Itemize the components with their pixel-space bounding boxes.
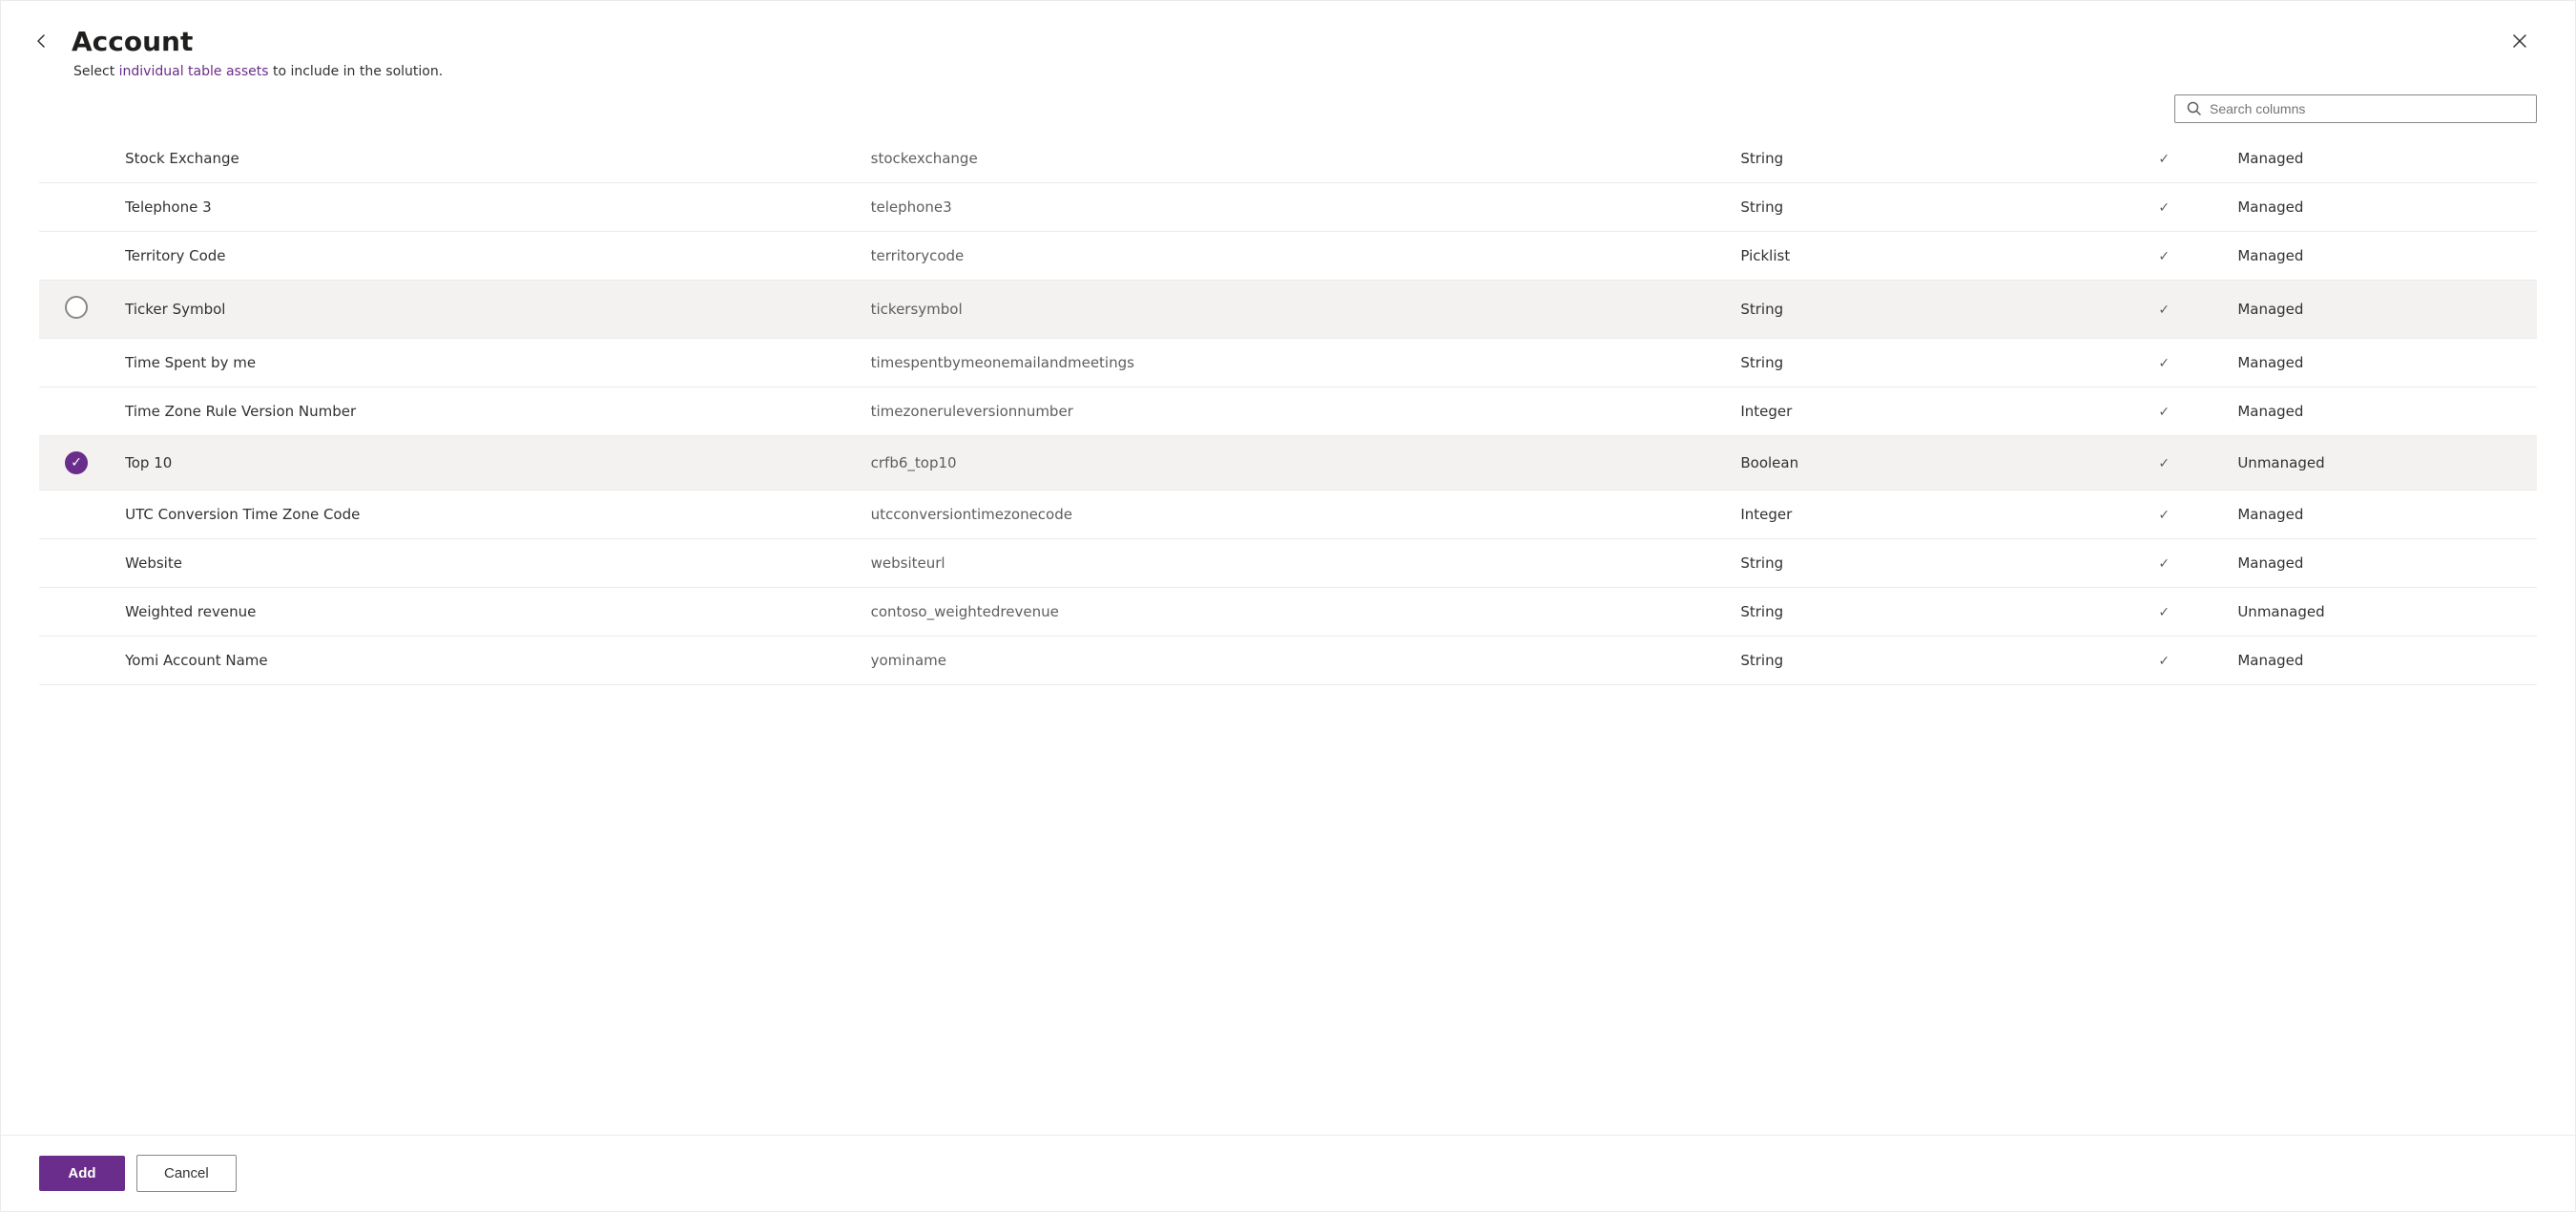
managed-status: Managed [2226, 183, 2537, 232]
column-type: String [1729, 281, 2102, 339]
checkmark-icon: ✓ [2158, 303, 2170, 318]
checkbox-cell[interactable] [39, 491, 114, 539]
column-type: String [1729, 339, 2102, 387]
table-row[interactable]: Telephone 3telephone3String ✓ Managed [39, 183, 2537, 232]
checkmark-icon: ✓ [2158, 152, 2170, 167]
add-button[interactable]: Add [39, 1156, 125, 1191]
logical-name: utcconversiontimezonecode [860, 491, 1730, 539]
checkbox-cell[interactable] [39, 339, 114, 387]
column-name: UTC Conversion Time Zone Code [114, 491, 859, 539]
checkmark-icon: ✓ [2158, 556, 2170, 572]
dialog-title: Account [72, 26, 193, 57]
table-row[interactable]: Yomi Account NameyominameString ✓ Managed [39, 637, 2537, 685]
columns-table: Stock ExchangestockexchangeString✓Manage… [39, 135, 2537, 685]
checkmark-icon: ✓ [2158, 356, 2170, 371]
managed-status: Managed [2226, 491, 2537, 539]
header-left: Account [30, 26, 193, 57]
managed-status: Managed [2226, 135, 2537, 183]
column-type: String [1729, 135, 2102, 183]
cancel-button[interactable]: Cancel [136, 1155, 237, 1192]
column-name: Top 10 [114, 436, 859, 491]
managed-status: Managed [2226, 637, 2537, 685]
dialog-header: Account [1, 1, 2575, 58]
checkmark-icon: ✓ [2158, 456, 2170, 471]
back-button[interactable] [30, 28, 56, 54]
table-row[interactable]: Time Zone Rule Version Numbertimezonerul… [39, 387, 2537, 436]
checkmark-icon: ✓ [2158, 405, 2170, 420]
logical-name: tickersymbol [860, 281, 1730, 339]
checkmark-icon: ✓ [2158, 654, 2170, 669]
checkbox-cell[interactable] [39, 232, 114, 281]
subtitle-static: Select [73, 64, 119, 79]
search-bar-row [1, 79, 2575, 135]
managed-status: Managed [2226, 281, 2537, 339]
logical-name: timezoneruleversionnumber [860, 387, 1730, 436]
checkbox-cell[interactable] [39, 183, 114, 232]
checkmark-icon: ✓ [2158, 605, 2170, 620]
column-type: Boolean [1729, 436, 2102, 491]
dialog: Account Select individual table assets t… [0, 0, 2576, 1212]
logical-name: timespentbymeonemailandmeetings [860, 339, 1730, 387]
column-name: Weighted revenue [114, 588, 859, 637]
checkbox-cell[interactable] [39, 539, 114, 588]
column-type: String [1729, 539, 2102, 588]
close-button[interactable] [2503, 24, 2537, 58]
logical-name: telephone3 [860, 183, 1730, 232]
column-name: Ticker Symbol [114, 281, 859, 339]
column-name: Yomi Account Name [114, 637, 859, 685]
checkbox-cell[interactable] [39, 637, 114, 685]
search-input-wrap [2174, 94, 2537, 123]
column-type: String [1729, 637, 2102, 685]
subtitle-highlight: individual table assets [119, 64, 269, 79]
table-row[interactable]: Weighted revenuecontoso_weightedrevenueS… [39, 588, 2537, 637]
checkbox-unchecked-circled[interactable] [65, 296, 88, 319]
column-type: String [1729, 588, 2102, 637]
column-name: Territory Code [114, 232, 859, 281]
dialog-footer: Add Cancel [1, 1135, 2575, 1211]
checkbox-cell[interactable] [39, 281, 114, 339]
dialog-subtitle: Select individual table assets to includ… [1, 58, 2575, 79]
checkbox-cell[interactable] [39, 588, 114, 637]
subtitle-rest: to include in the solution. [269, 64, 444, 79]
checkbox-checked[interactable] [65, 451, 88, 474]
managed-status: Managed [2226, 232, 2537, 281]
table-row[interactable]: Top 10crfb6_top10Boolean ✓ Unmanaged [39, 436, 2537, 491]
checkbox-cell[interactable] [39, 135, 114, 183]
logical-name: stockexchange [860, 135, 1730, 183]
column-name: Telephone 3 [114, 183, 859, 232]
search-icon [2187, 101, 2202, 116]
table-row[interactable]: WebsitewebsiteurlString ✓ Managed [39, 539, 2537, 588]
column-name: Time Spent by me [114, 339, 859, 387]
checkbox-cell[interactable] [39, 387, 114, 436]
logical-name: territorycode [860, 232, 1730, 281]
logical-name: websiteurl [860, 539, 1730, 588]
column-name: Time Zone Rule Version Number [114, 387, 859, 436]
table-row[interactable]: UTC Conversion Time Zone Codeutcconversi… [39, 491, 2537, 539]
table-row[interactable]: Stock ExchangestockexchangeString ✓ Manage… [39, 135, 2537, 183]
table-row[interactable]: Time Spent by metimespentbymeonemailandm… [39, 339, 2537, 387]
managed-status: Managed [2226, 387, 2537, 436]
column-type: Integer [1729, 491, 2102, 539]
logical-name: yominame [860, 637, 1730, 685]
managed-status: Unmanaged [2226, 436, 2537, 491]
managed-status: Managed [2226, 539, 2537, 588]
column-type: Picklist [1729, 232, 2102, 281]
checkmark-icon: ✓ [2158, 508, 2170, 523]
table-row[interactable]: Territory CodeterritorycodePicklist ✓ Mana… [39, 232, 2537, 281]
logical-name: contoso_weightedrevenue [860, 588, 1730, 637]
managed-status: Unmanaged [2226, 588, 2537, 637]
table-container: Stock ExchangestockexchangeString✓Manage… [1, 135, 2575, 1135]
logical-name: crfb6_top10 [860, 436, 1730, 491]
column-type: String [1729, 183, 2102, 232]
column-name: Stock Exchange [114, 135, 859, 183]
search-input[interactable] [2210, 101, 2524, 116]
table-row[interactable]: Ticker SymboltickersymbolString ✓ Managed [39, 281, 2537, 339]
managed-status: Managed [2226, 339, 2537, 387]
checkbox-cell[interactable] [39, 436, 114, 491]
column-type: Integer [1729, 387, 2102, 436]
column-name: Website [114, 539, 859, 588]
checkmark-icon: ✓ [2158, 200, 2170, 216]
checkmark-icon: ✓ [2158, 249, 2170, 264]
